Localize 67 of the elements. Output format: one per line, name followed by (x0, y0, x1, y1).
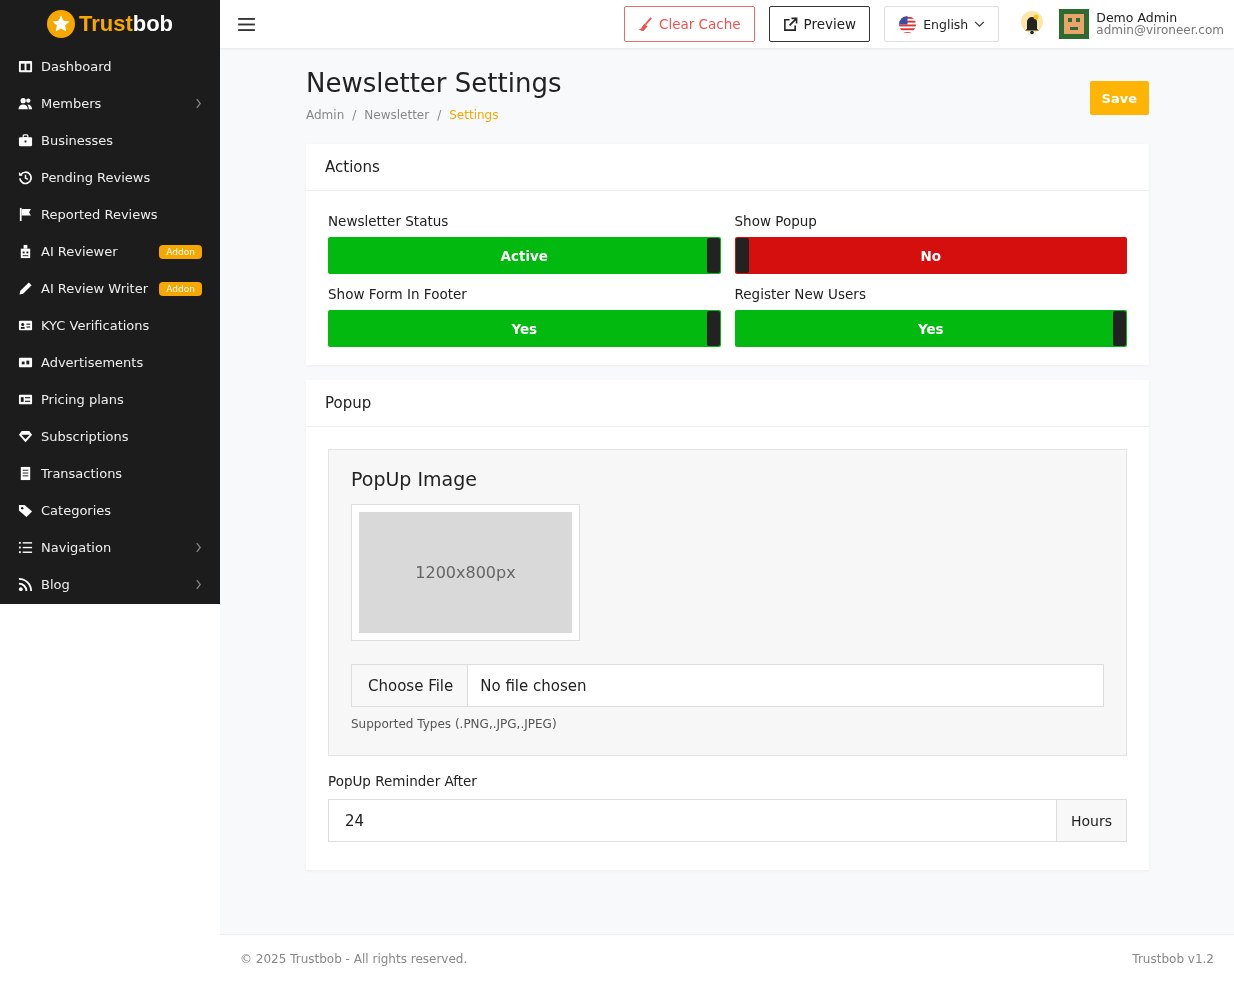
version-text: Trustbob v1.2 (1132, 952, 1214, 966)
chevron-down-icon (974, 20, 986, 28)
file-input[interactable]: Choose File No file chosen (351, 664, 1104, 707)
flag-icon (18, 207, 33, 222)
chevron-right-icon (195, 579, 202, 590)
breadcrumb-separator: / (437, 108, 442, 122)
toggle-label: Register New Users (734, 286, 867, 302)
addon-badge: Addon (159, 281, 202, 296)
logo-text: Trustbob (78, 11, 174, 37)
sidebar-item[interactable]: AI Reviewer Addon (0, 233, 220, 270)
input-unit: Hours (1056, 800, 1126, 841)
sidebar-item[interactable]: Reported Reviews (0, 196, 220, 233)
sidebar-item[interactable]: Businesses (0, 122, 220, 159)
sidebar-item[interactable]: Advertisements (0, 344, 220, 381)
toggle-label: Newsletter Status (328, 213, 450, 229)
field-label: PopUp Reminder After (328, 773, 478, 789)
list-icon (18, 540, 33, 555)
sidebar-item[interactable]: Members (0, 85, 220, 122)
robot-icon (18, 244, 33, 259)
chevron-right-icon (195, 542, 202, 553)
sidebar-item[interactable]: AI Review Writer Addon (0, 270, 220, 307)
sidebar-item[interactable]: KYC Verifications (0, 307, 220, 344)
addon-badge: Addon (159, 244, 202, 259)
sidebar-item[interactable]: Categories (0, 492, 220, 529)
sidebar-item[interactable]: Transactions (0, 455, 220, 492)
image-preview-box: 1200x800px (359, 512, 572, 633)
receipt-icon (18, 466, 33, 481)
gem-icon (18, 429, 33, 444)
flag-icon (898, 14, 918, 34)
tags-icon (18, 503, 33, 518)
preview-button[interactable]: Preview (768, 6, 871, 42)
sidebar-item[interactable]: Dashboard (0, 48, 220, 85)
briefcase-icon (18, 133, 33, 148)
toggle-label: Show Form In Footer (328, 286, 468, 302)
idcard-icon (18, 318, 33, 333)
reminder-field[interactable]: 24 Hours (328, 799, 1127, 842)
card-title: Actions (306, 144, 1149, 191)
avatar-icon (1059, 9, 1090, 39)
sidebar-item[interactable]: Subscriptions (0, 418, 220, 455)
external-link-icon (782, 16, 798, 32)
user-name: Demo Admin (1096, 10, 1178, 25)
clear-cache-button[interactable]: Clear Cache (624, 6, 755, 42)
toggle-label: Show Popup (734, 213, 818, 229)
menu-icon[interactable] (238, 17, 255, 31)
star-logo-icon (46, 10, 75, 38)
chevron-right-icon (195, 98, 202, 109)
sidebar-item[interactable]: Blog (0, 566, 220, 603)
sidebar-item[interactable]: Navigation (0, 529, 220, 566)
breadcrumb-separator: / (352, 108, 357, 122)
card-title: Popup (306, 380, 1149, 427)
pen-icon (18, 281, 33, 296)
users-icon (18, 96, 33, 111)
copyright-text: © 2025 Trustbob - All rights reserved. (240, 952, 468, 966)
sidebar-item[interactable]: Pricing plans (0, 381, 220, 418)
language-dropdown[interactable]: English (884, 6, 1000, 42)
toggle-switch[interactable]: No (734, 237, 1127, 274)
sidebar-item[interactable]: Pending Reviews (0, 159, 220, 196)
bell-icon[interactable] (1019, 11, 1046, 37)
history-icon (18, 170, 33, 185)
page-title: Newsletter Settings (306, 68, 562, 98)
broom-icon (638, 16, 653, 32)
dashboard-icon (18, 59, 33, 74)
image-title: PopUp Image (351, 468, 478, 490)
rss-icon (18, 577, 33, 592)
user-email: admin@vironeer.com (1096, 24, 1224, 38)
supported-types-hint: Supported Types (.PNG,.JPG,.JPEG) (351, 717, 558, 731)
breadcrumb-link[interactable]: Admin (306, 108, 345, 122)
